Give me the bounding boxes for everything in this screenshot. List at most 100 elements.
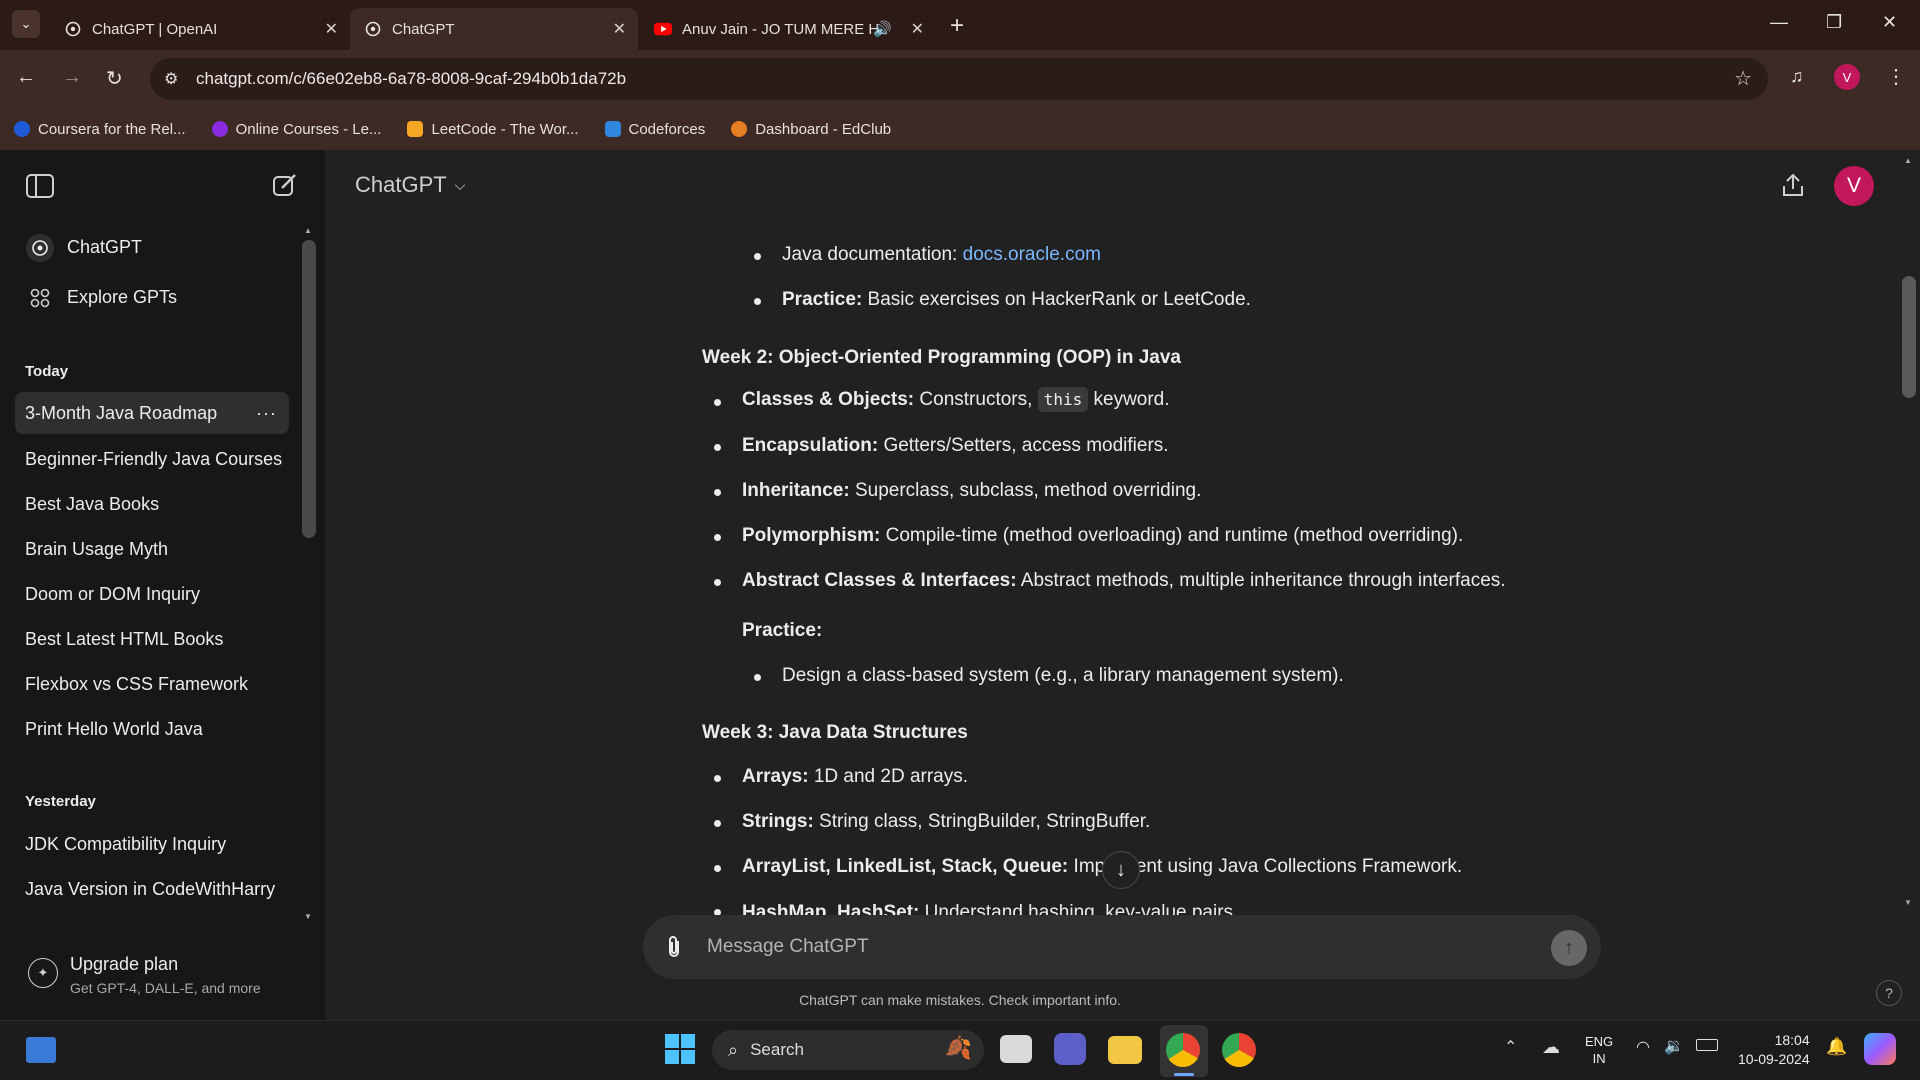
list-item: Inheritance: Superclass, subclass, metho… [742,480,1201,502]
close-tab-icon[interactable]: ✕ [325,19,338,39]
close-tab-icon[interactable]: ✕ [613,19,626,39]
item-bold: Practice: [782,289,863,310]
widgets-icon[interactable] [26,1037,56,1063]
clock[interactable]: 18:04 10-09-2024 [1738,1031,1810,1069]
wifi-icon[interactable]: ◠ [1636,1037,1650,1057]
new-tab-button[interactable]: + [950,12,964,40]
chat-item[interactable]: Best Java Books [15,483,289,525]
scroll-up-arrow-icon[interactable]: ▲ [1904,156,1912,165]
user-avatar[interactable]: V [1834,166,1874,206]
tab-title: Anuv Jain - JO TUM MERE H [682,20,880,38]
teams-icon[interactable] [1054,1033,1086,1065]
chat-item[interactable]: 3-Month Java Roadmap ··· [15,392,289,434]
main-scrollbar-thumb[interactable] [1902,276,1916,398]
main-scrollbar[interactable] [1898,150,1920,915]
item-text: 1D and 2D arrays. [808,766,969,787]
chat-title: Best Java Books [25,493,160,514]
bullet [714,399,721,406]
show-hidden-icons-chevron-icon[interactable]: ⌃ [1504,1037,1517,1057]
model-name: ChatGPT [355,172,447,197]
tab-search-button[interactable]: ⌄ [12,10,40,38]
tab-chatgpt-openai[interactable]: ChatGPT | OpenAI ✕ [50,8,350,50]
bullet [714,444,721,451]
chevron-down-icon: ⌵ [454,176,466,193]
send-button[interactable]: ↑ [1551,930,1587,966]
onedrive-cloud-icon[interactable]: ☁ [1542,1037,1560,1058]
scroll-up-arrow-icon[interactable]: ▲ [304,226,312,235]
close-tab-icon[interactable]: ✕ [911,19,924,39]
bookmark-label: LeetCode - The Wor... [431,120,579,138]
list-item: Strings: String class, StringBuilder, St… [742,811,1150,833]
sidebar-item-chatgpt[interactable]: ChatGPT [67,237,142,258]
item-text: keyword. [1088,389,1170,410]
address-bar[interactable]: ⚙ chatgpt.com/c/66e02eb8-6a78-8008-9caf-… [150,58,1768,100]
item-bold: Abstract Classes & Interfaces: [742,570,1017,591]
sidebar-item-explore-gpts[interactable]: Explore GPTs [67,287,177,308]
tab-title: ChatGPT [392,20,455,38]
chat-item[interactable]: Doom or DOM Inquiry [15,573,289,615]
item-text: Understand hashing, key-value pairs. [919,902,1239,915]
chrome-profile-icon[interactable] [1222,1033,1256,1067]
upgrade-icon: ✦ [28,958,58,988]
bookmark-coursera[interactable]: Coursera for the Rel... [14,121,186,138]
bookmark-leetcode[interactable]: LeetCode - The Wor... [407,120,579,138]
taskbar-search[interactable]: ⌕ Search 🍂 [712,1030,984,1070]
chat-item[interactable]: Best Latest HTML Books [15,618,289,660]
battery-icon[interactable] [1696,1039,1718,1051]
browser-menu-icon[interactable]: ⋮ [1886,64,1906,89]
new-chat-icon[interactable] [272,172,298,203]
close-window-icon[interactable]: ✕ [1882,12,1897,33]
forward-icon[interactable]: → [62,66,82,89]
sidebar-scrollbar-thumb[interactable] [302,240,316,538]
chat-title: JDK Compatibility Inquiry [25,833,227,854]
tab-chatgpt[interactable]: ChatGPT ✕ [350,8,638,50]
bullet [714,775,721,782]
message-input[interactable] [707,931,1507,963]
toggle-sidebar-icon[interactable] [26,174,54,203]
profile-avatar[interactable]: V [1834,64,1860,90]
chrome-icon[interactable] [1166,1033,1200,1067]
speaker-icon[interactable]: 🔊 [873,20,892,38]
bookmark-codeforces[interactable]: Codeforces [604,120,706,138]
scroll-to-bottom-button[interactable]: ↓ [1102,851,1140,889]
browser-tab-strip: ⌄ ChatGPT | OpenAI ✕ ChatGPT ✕ Anuv Jain… [0,0,1920,50]
tab-youtube[interactable]: Anuv Jain - JO TUM MERE H 🔊 ✕ [640,8,936,50]
chat-item[interactable]: Print Hello World Java [15,708,289,750]
scroll-down-arrow-icon[interactable]: ▼ [304,912,312,921]
language-indicator[interactable]: ENG IN [1585,1033,1613,1067]
minimize-icon[interactable]: — [1770,12,1788,33]
chat-item[interactable]: Java Version in CodeWithHarry [15,868,289,910]
docs-link[interactable]: docs.oracle.com [963,244,1101,265]
bullet [714,489,721,496]
arrow-up-icon: ↑ [1564,936,1574,959]
list-item: Java documentation: docs.oracle.com [782,244,1101,266]
item-text: Constructors, [914,389,1038,410]
chat-item[interactable]: Flexbox vs CSS Framework [15,663,289,705]
scroll-down-arrow-icon[interactable]: ▼ [1904,898,1912,907]
attach-paperclip-icon[interactable] [665,934,683,966]
language-code: ENG [1585,1034,1614,1049]
more-options-icon[interactable]: ··· [256,403,277,424]
volume-icon[interactable]: 🔉 [1664,1036,1684,1056]
back-icon[interactable]: ← [16,66,36,89]
chat-item[interactable]: JDK Compatibility Inquiry [15,823,289,865]
copilot-icon[interactable] [1864,1033,1896,1065]
bookmark-label: Codeforces [628,120,706,138]
bookmark-online-courses[interactable]: Online Courses - Le... [211,121,381,138]
chat-item[interactable]: Beginner-Friendly Java Courses [15,438,289,480]
help-icon[interactable]: ? [1876,980,1902,1006]
windows-start-icon[interactable] [664,1033,696,1070]
reload-icon[interactable]: ↻ [106,66,123,91]
model-selector[interactable]: ChatGPT ⌵ [355,172,465,198]
site-info-icon[interactable]: ⚙ [164,69,178,89]
task-view-icon[interactable] [1000,1035,1032,1063]
file-explorer-icon[interactable] [1108,1036,1142,1064]
media-control-icon[interactable]: ♫ [1790,66,1804,87]
bookmark-star-icon[interactable]: ☆ [1734,66,1752,91]
chat-item[interactable]: Brain Usage Myth [15,528,289,570]
bookmark-edclub[interactable]: Dashboard - EdClub [731,121,891,138]
restore-icon[interactable]: ❐ [1826,12,1842,33]
notification-bell-icon[interactable]: 🔔 [1826,1037,1847,1057]
chat-title: Flexbox vs CSS Framework [25,673,249,694]
share-icon[interactable] [1781,172,1805,203]
